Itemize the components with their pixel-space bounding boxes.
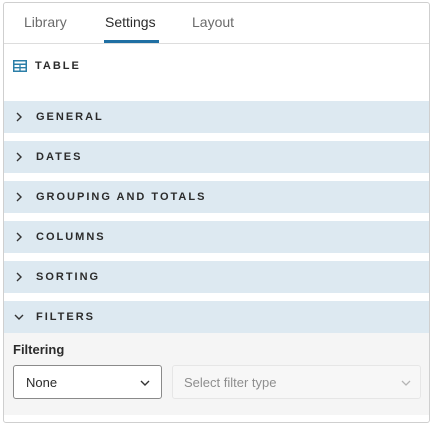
- chevron-down-icon: [140, 380, 150, 386]
- filtering-select[interactable]: None: [13, 365, 162, 399]
- settings-panel: Library Settings Layout TABLE GENERAL DA…: [3, 2, 430, 423]
- settings-accordion: GENERAL DATES GROUPING AND TOTALS COLUMN…: [4, 101, 429, 415]
- table-icon: [13, 60, 27, 72]
- section-title: TABLE: [35, 60, 81, 72]
- accordion-label: FILTERS: [36, 311, 96, 323]
- tab-layout[interactable]: Layout: [192, 14, 234, 30]
- chevron-down-icon: [401, 380, 411, 386]
- accordion-filters[interactable]: FILTERS: [4, 301, 429, 333]
- accordion-sorting[interactable]: SORTING: [4, 261, 429, 293]
- chevron-right-icon: [16, 192, 22, 202]
- chevron-right-icon: [16, 272, 22, 282]
- table-section-header: TABLE: [13, 58, 81, 74]
- filtering-select-value: None: [26, 375, 58, 390]
- tab-bar: Library Settings Layout: [4, 3, 429, 44]
- tab-settings[interactable]: Settings: [105, 14, 156, 30]
- accordion-dates[interactable]: DATES: [4, 141, 429, 173]
- chevron-right-icon: [16, 152, 22, 162]
- accordion-label: GENERAL: [36, 111, 104, 123]
- chevron-right-icon: [16, 232, 22, 242]
- filtering-label: Filtering: [13, 342, 65, 357]
- chevron-right-icon: [16, 112, 22, 122]
- filters-content: Filtering None Select filter type: [4, 333, 429, 415]
- chevron-down-icon: [14, 314, 24, 320]
- accordion-grouping-and-totals[interactable]: GROUPING AND TOTALS: [4, 181, 429, 213]
- accordion-label: COLUMNS: [36, 231, 106, 243]
- accordion-label: DATES: [36, 151, 83, 163]
- filter-type-select[interactable]: Select filter type: [172, 365, 421, 399]
- accordion-columns[interactable]: COLUMNS: [4, 221, 429, 253]
- accordion-label: GROUPING AND TOTALS: [36, 191, 207, 203]
- tab-library[interactable]: Library: [24, 14, 67, 30]
- filter-type-placeholder: Select filter type: [184, 375, 277, 390]
- accordion-general[interactable]: GENERAL: [4, 101, 429, 133]
- accordion-label: SORTING: [36, 271, 101, 283]
- active-tab-indicator: [104, 40, 159, 43]
